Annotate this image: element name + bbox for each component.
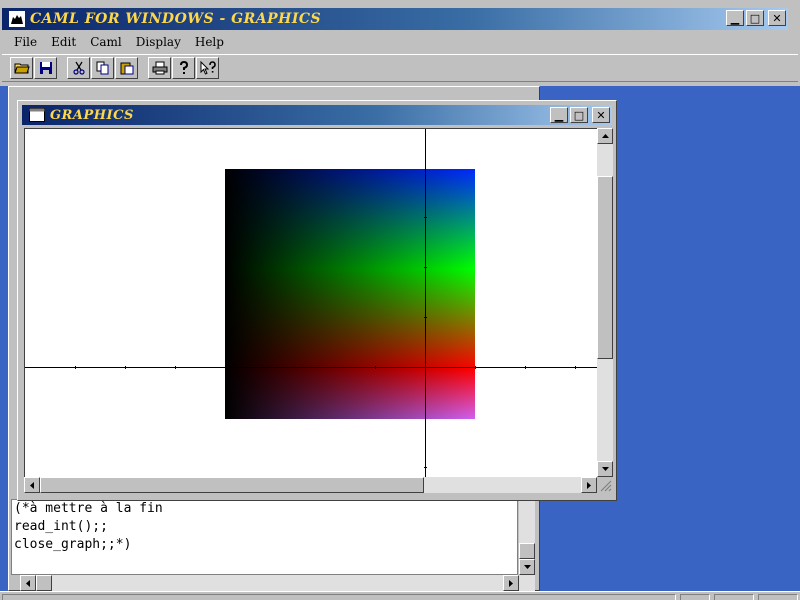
arrow-down-icon <box>523 565 531 569</box>
resize-grip-icon <box>600 480 612 492</box>
maximize-icon: □ <box>573 108 585 122</box>
save-icon <box>39 62 52 74</box>
copy-icon <box>96 61 108 75</box>
minimize-icon: ▁ <box>730 11 740 25</box>
code-line: close_graph;;*) <box>14 537 132 552</box>
graphics-caption-buttons: ▁ □ ✕ <box>550 107 610 123</box>
maximize-icon: □ <box>749 11 761 25</box>
scroll-thumb[interactable] <box>40 477 424 493</box>
y-axis-tick <box>424 217 427 218</box>
resize-grip[interactable] <box>597 477 613 493</box>
print-button[interactable] <box>148 57 171 79</box>
arrow-down-icon <box>601 467 609 471</box>
open-icon <box>13 63 30 74</box>
graphics-vertical-scrollbar[interactable] <box>597 128 613 477</box>
cut-button[interactable] <box>67 57 90 79</box>
menu-edit[interactable]: Edit <box>45 35 82 49</box>
status-pane <box>758 594 798 600</box>
minimize-button[interactable]: ▁ <box>726 10 744 26</box>
paste-icon <box>120 62 133 75</box>
toplevel-horizontal-scrollbar[interactable] <box>20 575 535 591</box>
status-pane <box>680 594 710 600</box>
scroll-thumb[interactable] <box>519 543 535 559</box>
print-icon <box>152 61 167 75</box>
minimize-button[interactable]: ▁ <box>550 107 568 123</box>
scroll-left-button[interactable] <box>24 477 40 493</box>
context-help-button[interactable] <box>196 57 219 79</box>
status-pane <box>2 594 676 600</box>
close-icon: ✕ <box>596 108 606 122</box>
paste-button[interactable] <box>115 57 138 79</box>
menu-help[interactable]: Help <box>189 35 230 49</box>
x-axis-tick <box>375 366 376 369</box>
scroll-right-button[interactable] <box>503 575 519 591</box>
save-button[interactable] <box>34 57 57 79</box>
context-help-icon <box>200 61 216 75</box>
graphics-titlebar[interactable]: GRAPHICS ▁ □ ✕ <box>22 105 612 125</box>
arrow-left-icon <box>26 579 30 587</box>
copy-button[interactable] <box>91 57 114 79</box>
graphics-canvas[interactable] <box>24 128 597 477</box>
help-icon <box>179 61 188 74</box>
y-axis-tick <box>424 467 427 468</box>
x-axis-tick <box>75 366 76 369</box>
app-title-text: CAML FOR WINDOWS - GRAPHICS <box>30 11 322 27</box>
code-line: read_int();; <box>14 519 108 534</box>
y-axis <box>425 129 426 477</box>
toplevel-vertical-scrollbar[interactable] <box>519 499 535 575</box>
scroll-thumb[interactable] <box>36 575 52 591</box>
menu-display[interactable]: Display <box>130 35 187 49</box>
arrow-right-icon <box>587 481 591 489</box>
menu-file[interactable]: File <box>8 35 43 49</box>
x-axis-tick <box>575 366 576 369</box>
y-axis-tick <box>424 267 427 268</box>
scroll-down-button[interactable] <box>519 559 535 575</box>
app-titlebar[interactable]: CAML FOR WINDOWS - GRAPHICS ▁ □ ✕ <box>2 8 788 30</box>
maximize-button[interactable]: □ <box>746 10 764 26</box>
graphics-title-text: GRAPHICS <box>50 107 134 123</box>
close-button[interactable]: ✕ <box>768 10 786 26</box>
minimize-icon: ▁ <box>554 108 564 122</box>
y-axis-tick <box>424 317 427 318</box>
scroll-down-button[interactable] <box>597 461 613 477</box>
help-button[interactable] <box>172 57 195 79</box>
graphics-horizontal-scrollbar[interactable] <box>24 477 597 493</box>
arrow-right-icon <box>509 579 513 587</box>
menu-bar: File Edit Caml Display Help <box>2 33 798 51</box>
arrow-up-icon <box>601 134 609 138</box>
camel-logo-icon <box>8 10 26 28</box>
app-caption-buttons: ▁ □ ✕ <box>726 10 786 26</box>
x-axis-tick <box>175 366 176 369</box>
cut-icon <box>72 61 85 75</box>
scroll-thumb[interactable] <box>597 176 613 359</box>
scroll-left-button[interactable] <box>20 575 36 591</box>
color-gradient-square <box>225 169 475 419</box>
status-bar <box>0 591 800 600</box>
code-line: (*à mettre à la fin <box>14 501 163 516</box>
scroll-up-button[interactable] <box>597 128 613 144</box>
toplevel-text-area[interactable]: (*à mettre à la fin read_int();; close_g… <box>11 499 518 575</box>
x-axis <box>25 367 597 368</box>
toolbar <box>2 54 798 82</box>
open-button[interactable] <box>10 57 33 79</box>
graphics-window[interactable]: GRAPHICS ▁ □ ✕ <box>17 100 617 501</box>
x-axis-tick <box>475 366 476 369</box>
x-axis-tick <box>525 366 526 369</box>
status-pane <box>714 594 754 600</box>
close-icon: ✕ <box>772 11 782 25</box>
maximize-button[interactable]: □ <box>570 107 588 123</box>
window-icon <box>28 106 46 124</box>
close-button[interactable]: ✕ <box>592 107 610 123</box>
caml-main-window: CAML FOR WINDOWS - GRAPHICS ▁ □ ✕ File E… <box>0 6 800 600</box>
menu-caml[interactable]: Caml <box>84 35 128 49</box>
scroll-right-button[interactable] <box>581 477 597 493</box>
arrow-left-icon <box>30 481 34 489</box>
x-axis-tick <box>125 366 126 369</box>
